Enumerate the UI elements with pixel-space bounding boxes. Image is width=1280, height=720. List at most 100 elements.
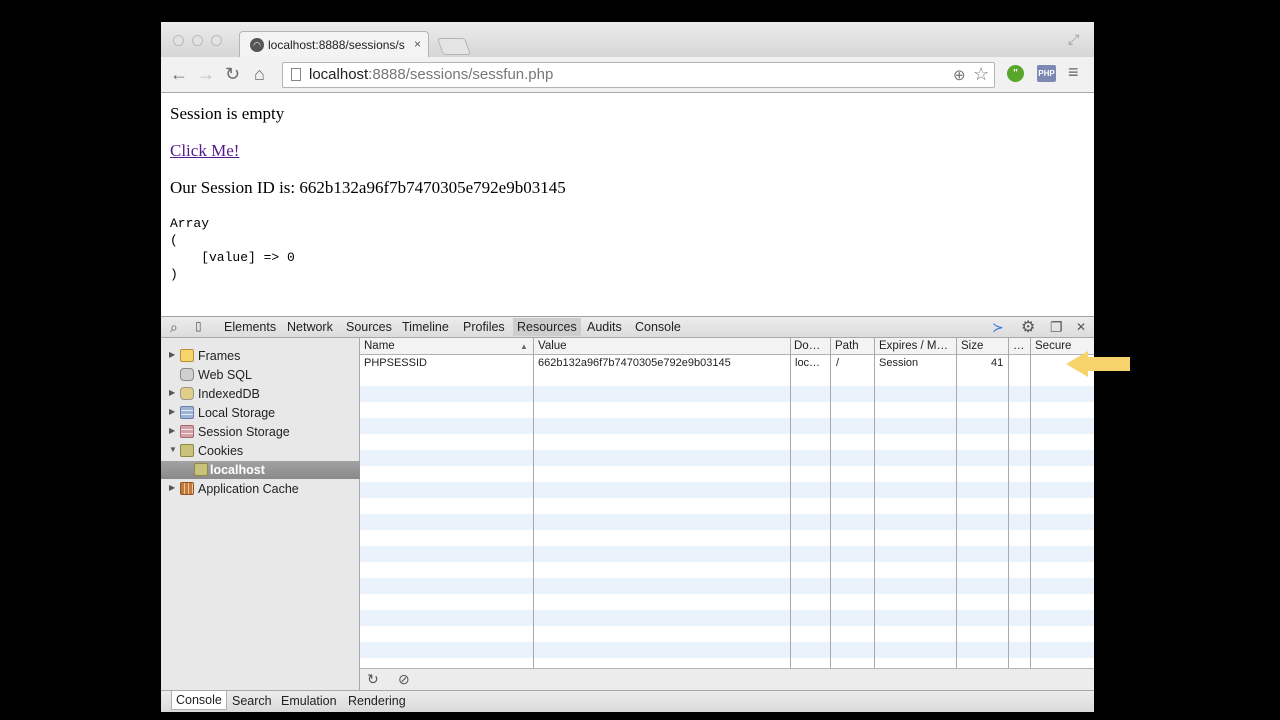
drawer-tab-rendering[interactable]: Rendering: [348, 694, 406, 708]
hangouts-extension-icon[interactable]: ": [1007, 65, 1024, 82]
sidebar-item-indexeddb[interactable]: ▶ IndexedDB: [161, 385, 360, 404]
tab-resources[interactable]: Resources: [513, 318, 581, 336]
cookie-domain-cell: loc…: [795, 357, 821, 369]
expand-arrow-icon[interactable]: ▶: [169, 407, 175, 416]
expand-arrow-icon[interactable]: ▶: [169, 350, 175, 359]
table-header: Name ▲ Value Do… Path Expires / M… Size …: [360, 338, 1094, 355]
minimize-window-button[interactable]: [192, 35, 203, 46]
tab-close-icon[interactable]: ×: [414, 37, 421, 51]
sidebar-item-web-sql[interactable]: Web SQL: [161, 366, 360, 385]
sidebar-item-frames[interactable]: ▶ Frames: [161, 347, 360, 366]
expand-arrow-icon[interactable]: ▶: [169, 426, 175, 435]
sidebar-item-label: Cookies: [198, 444, 244, 458]
close-devtools-icon[interactable]: ✕: [1076, 320, 1086, 334]
browser-tab[interactable]: ◠ localhost:8888/sessions/s ×: [239, 31, 429, 58]
tab-sources[interactable]: Sources: [346, 320, 392, 334]
database-icon: [180, 387, 194, 400]
sort-ascending-icon: ▲: [520, 342, 528, 351]
grid-storage-icon: [180, 425, 194, 438]
devtools-drawer-tabs: Console Search Emulation Rendering: [161, 690, 1094, 712]
tab-elements[interactable]: Elements: [224, 320, 276, 334]
table-footer-toolbar: ↻ ⊘: [360, 668, 1094, 690]
expand-arrow-icon[interactable]: ▶: [169, 388, 175, 397]
new-tab-button[interactable]: [436, 38, 472, 55]
sidebar-item-localhost[interactable]: localhost: [161, 461, 360, 479]
sidebar-item-label: Application Cache: [198, 482, 299, 496]
column-divider: [790, 338, 791, 668]
url-host: localhost: [309, 66, 369, 83]
php-extension-icon[interactable]: PHP: [1037, 65, 1056, 82]
column-divider: [533, 338, 534, 668]
tab-network[interactable]: Network: [287, 320, 333, 334]
zoom-window-button[interactable]: [211, 35, 222, 46]
column-divider: [956, 338, 957, 668]
column-header-size[interactable]: Size: [961, 340, 983, 352]
sidebar-item-label: IndexedDB: [198, 387, 260, 401]
sidebar-item-label: Web SQL: [198, 368, 252, 382]
search-icon[interactable]: ⌕: [170, 319, 178, 336]
sidebar-item-local-storage[interactable]: ▶ Local Storage: [161, 404, 360, 423]
cookie-name-cell: PHPSESSID: [364, 357, 427, 369]
browser-window: ◠ localhost:8888/sessions/s × ⤢ ← → ↻ ⌂ …: [161, 22, 1094, 712]
refresh-icon[interactable]: ↻: [367, 671, 379, 688]
column-header-domain[interactable]: Do…: [794, 340, 820, 352]
table-row[interactable]: PHPSESSID 662b132a96f7b7470305e792e9b031…: [360, 355, 1094, 371]
url-path: :8888/sessions/sessfun.php: [368, 66, 554, 83]
home-icon[interactable]: ⌂: [254, 64, 265, 84]
drawer-tab-emulation[interactable]: Emulation: [281, 694, 337, 708]
sidebar-item-application-cache[interactable]: ▶ Application Cache: [161, 480, 360, 499]
reload-icon[interactable]: ↻: [225, 64, 240, 84]
click-me-link[interactable]: Click Me!: [170, 141, 239, 160]
tab-timeline[interactable]: Timeline: [402, 320, 449, 334]
bookmark-star-icon[interactable]: ☆: [973, 64, 989, 85]
resources-sidebar: ▶ Frames Web SQL ▶ IndexedDB ▶ Local Sto…: [161, 338, 360, 690]
tab-profiles[interactable]: Profiles: [463, 320, 505, 334]
column-divider: [1030, 338, 1031, 668]
zoom-icon[interactable]: ⊕: [953, 66, 966, 84]
settings-gear-icon[interactable]: ⚙: [1021, 317, 1035, 337]
column-header-value[interactable]: Value: [538, 340, 567, 352]
sidebar-item-label: Frames: [198, 349, 241, 363]
column-header-name[interactable]: Name: [364, 340, 395, 352]
cookie-icon: [180, 444, 194, 457]
sidebar-item-label: localhost: [210, 463, 265, 477]
column-header-expires[interactable]: Expires / M…: [879, 340, 948, 352]
cookie-value-cell: 662b132a96f7b7470305e792e9b03145: [538, 357, 731, 369]
column-header-http[interactable]: …: [1013, 340, 1025, 352]
collapse-arrow-icon[interactable]: ▼: [169, 445, 177, 454]
back-icon[interactable]: ←: [170, 64, 188, 84]
grid-storage-icon: [180, 406, 194, 419]
drawer-toggle-icon[interactable]: ≻: [992, 319, 1004, 336]
tab-title: localhost:8888/sessions/s: [268, 38, 405, 52]
session-status-text: Session is empty: [170, 104, 285, 123]
column-divider: [874, 338, 875, 668]
callout-arrow-icon: [1066, 351, 1130, 377]
column-divider: [830, 338, 831, 668]
sidebar-item-session-storage[interactable]: ▶ Session Storage: [161, 423, 360, 442]
folder-icon: [180, 349, 194, 362]
drawer-tab-console[interactable]: Console: [171, 691, 227, 710]
expand-arrow-icon[interactable]: ▶: [169, 483, 175, 492]
cookie-path-cell: /: [836, 357, 840, 369]
clear-icon[interactable]: ⊘: [398, 671, 410, 688]
column-header-path[interactable]: Path: [835, 340, 859, 352]
tab-console[interactable]: Console: [635, 320, 681, 334]
sidebar-item-label: Local Storage: [198, 406, 276, 420]
drawer-tab-search[interactable]: Search: [232, 694, 272, 708]
url-text[interactable]: localhost:8888/sessions/sessfun.php: [309, 66, 553, 83]
fullscreen-icon[interactable]: ⤢: [1068, 31, 1079, 48]
sidebar-item-label: Session Storage: [198, 425, 290, 439]
page-content: Session is empty Click Me! Our Session I…: [161, 93, 1094, 316]
forward-icon[interactable]: →: [197, 64, 215, 84]
close-window-button[interactable]: [173, 35, 184, 46]
database-icon: [180, 368, 194, 381]
sidebar-item-cookies[interactable]: ▼ Cookies: [161, 442, 360, 461]
tab-strip: ◠ localhost:8888/sessions/s × ⤢: [161, 22, 1094, 58]
cookie-size-cell: 41: [991, 357, 1004, 369]
address-bar[interactable]: localhost:8888/sessions/sessfun.php ⊕ ☆: [282, 62, 995, 88]
device-mode-icon[interactable]: ▯: [195, 319, 202, 333]
tab-audits[interactable]: Audits: [587, 320, 622, 334]
session-id-text: Our Session ID is: 662b132a96f7b7470305e…: [170, 178, 566, 197]
dock-icon[interactable]: ❐: [1050, 319, 1063, 336]
chrome-menu-icon[interactable]: ≡: [1068, 62, 1079, 83]
